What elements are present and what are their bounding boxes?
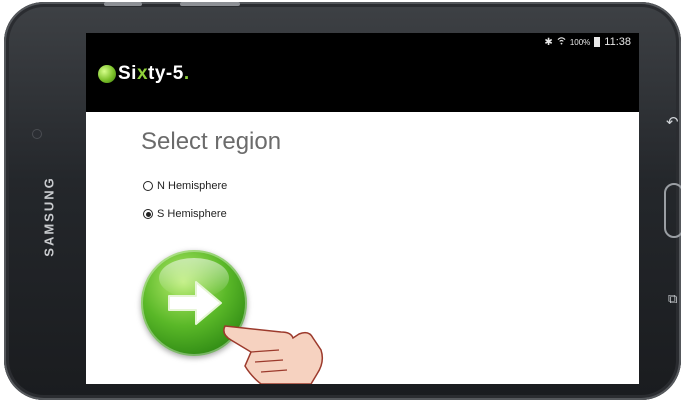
device-screen: ✱ 100% 11:38 Sixty-5. Select region N He…: [86, 33, 639, 384]
recent-apps-key-icon[interactable]: ⧉: [668, 292, 677, 307]
status-time: 11:38: [604, 36, 631, 48]
status-bar: ✱ 100% 11:38: [86, 33, 639, 51]
option-label: S Hemisphere: [157, 208, 227, 220]
option-n-hemisphere[interactable]: N Hemisphere: [143, 180, 227, 192]
battery-percent: 100%: [569, 37, 591, 47]
bluetooth-icon: ✱: [544, 36, 553, 48]
front-camera: [33, 130, 41, 138]
app-header: Sixty-5.: [86, 51, 639, 112]
battery-icon: [594, 37, 601, 47]
page-title: Select region: [141, 128, 282, 155]
home-key[interactable]: [664, 183, 681, 238]
brand-label: SAMSUNG: [41, 175, 57, 257]
wifi-icon: [557, 36, 566, 48]
option-label: N Hemisphere: [157, 180, 228, 192]
volume-button[interactable]: [104, 2, 142, 6]
back-key-icon[interactable]: ↶: [666, 113, 679, 131]
pointing-hand-icon: [223, 325, 324, 384]
power-button[interactable]: [180, 2, 240, 6]
option-s-hemisphere[interactable]: S Hemisphere: [143, 208, 227, 220]
radio-unchecked-icon[interactable]: [143, 181, 153, 191]
app-logo: Sixty-5.: [98, 63, 190, 85]
logo-ball-icon: [98, 65, 116, 83]
radio-checked-icon[interactable]: [143, 209, 153, 219]
